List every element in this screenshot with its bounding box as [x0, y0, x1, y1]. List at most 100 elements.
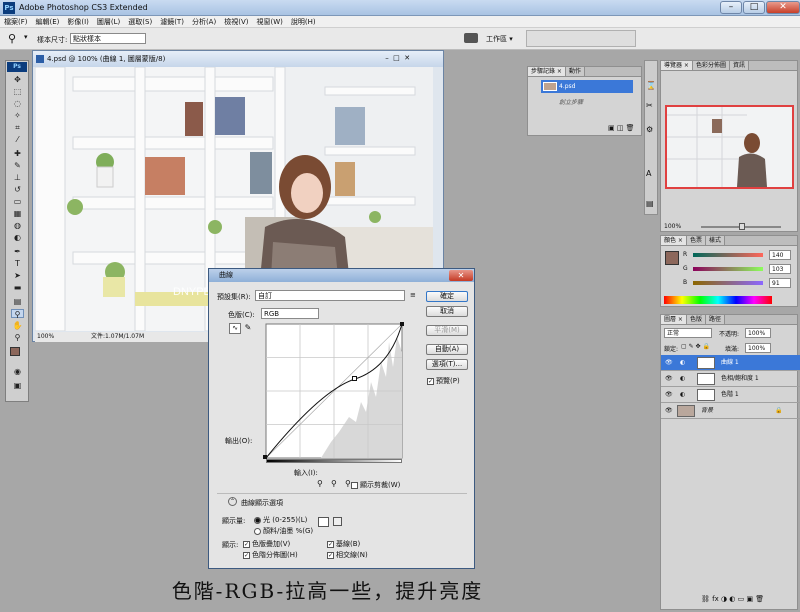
grid-4x4-icon[interactable]	[318, 517, 329, 527]
tab-paths[interactable]: 路徑	[705, 315, 725, 324]
menu-view[interactable]: 檢視(V)	[220, 16, 252, 28]
menu-window[interactable]: 視窗(W)	[252, 16, 286, 28]
channel-r-value[interactable]: 140	[769, 250, 791, 260]
healing-brush-tool-icon[interactable]: ✚	[11, 149, 24, 158]
foreground-color-swatch[interactable]	[10, 347, 20, 356]
visibility-eye-icon[interactable]: 👁	[665, 371, 673, 387]
histogram-checkbox[interactable]: ✓ 色階分佈圖(H)	[243, 550, 298, 560]
maximize-button[interactable]: □	[743, 1, 765, 14]
hand-tool-icon[interactable]: ✋	[11, 321, 24, 330]
tab-info[interactable]: 資訊	[729, 61, 749, 70]
brushes-dock-icon[interactable]: ✂	[646, 101, 653, 110]
color-spectrum-bar[interactable]	[664, 296, 772, 304]
menu-analysis[interactable]: 分析(A)	[188, 16, 220, 28]
eyedropper-tool-icon[interactable]: ⚲	[8, 32, 16, 45]
tool-presets-dock-icon[interactable]: ⚙	[646, 125, 653, 134]
tab-color[interactable]: 顏色 ×	[661, 236, 687, 245]
layer-row[interactable]: 👁 ◐ 色階 1	[661, 387, 800, 403]
light-radio[interactable]: ● 光 (0-255)(L)	[254, 515, 307, 525]
visibility-eye-icon[interactable]: 👁	[665, 403, 673, 419]
baseline-checkbox[interactable]: ✓ 基線(B)	[327, 539, 360, 549]
sample-size-select[interactable]: 點狀樣本	[70, 33, 146, 44]
zoom-tool-icon[interactable]: ⚲	[11, 333, 24, 342]
curve-control-point[interactable]	[352, 376, 357, 381]
eyedropper-tool-icon[interactable]: ⚲	[11, 309, 24, 319]
blend-mode-select[interactable]: 正常	[664, 328, 712, 338]
cancel-button[interactable]: 取消	[426, 306, 468, 317]
type-tool-icon[interactable]: T	[11, 259, 24, 268]
pencil-tool-icon[interactable]: ✎	[242, 323, 254, 334]
navigator-slider-handle[interactable]	[739, 223, 745, 230]
history-brush-tool-icon[interactable]: ↺	[11, 185, 24, 194]
show-clipping-checkbox[interactable]: 顯示剪裁(W)	[351, 480, 400, 490]
tab-layers[interactable]: 圖層 ×	[661, 315, 687, 324]
curve-point-tool-icon[interactable]: ∿	[229, 323, 241, 334]
zoom-level[interactable]: 100%	[37, 332, 54, 342]
curves-graph[interactable]	[261, 322, 407, 462]
tab-navigator[interactable]: 導覽器 ×	[661, 61, 693, 70]
ok-button[interactable]: 確定	[426, 291, 468, 302]
color-foreground-swatch[interactable]	[665, 251, 679, 265]
slice-tool-icon[interactable]: ⁄	[11, 135, 24, 144]
opacity-field[interactable]: 100%	[745, 328, 771, 338]
eraser-tool-icon[interactable]: ▭	[11, 197, 24, 206]
tab-actions[interactable]: 動作	[565, 67, 585, 76]
quick-mask-icon[interactable]: ◉	[11, 367, 24, 376]
history-item-step[interactable]: 創立步驟	[559, 97, 583, 106]
black-point-eyedropper-icon[interactable]: ⚲	[317, 479, 323, 488]
tab-swatches[interactable]: 色票	[686, 236, 706, 245]
expand-chevron-icon[interactable]: ⌃	[228, 497, 237, 506]
tab-history[interactable]: 步驟記錄 ×	[528, 67, 566, 76]
preset-select[interactable]: 自訂	[255, 290, 405, 301]
crop-tool-icon[interactable]: ⌗	[11, 123, 24, 132]
layers-footer-icons[interactable]: ⛓ fx ◑ ◐ ▭ ▣ 🗑	[701, 595, 764, 603]
menu-image[interactable]: 影像(I)	[63, 16, 93, 28]
preset-menu-icon[interactable]: ≡	[410, 291, 416, 299]
lasso-tool-icon[interactable]: ◌	[11, 99, 24, 108]
tab-histogram[interactable]: 色彩分佈圖	[692, 61, 730, 70]
fill-field[interactable]: 100%	[745, 343, 771, 353]
gray-point-eyedropper-icon[interactable]: ⚲	[331, 479, 337, 488]
navigator-zoom[interactable]: 100%	[664, 223, 681, 230]
gradient-tool-icon[interactable]: ▦	[11, 209, 24, 218]
menu-edit[interactable]: 編輯(E)	[32, 16, 64, 28]
channel-g-value[interactable]: 103	[769, 264, 791, 274]
shape-tool-icon[interactable]: ▬	[11, 283, 24, 292]
options-button[interactable]: 選項(T)...	[426, 359, 468, 370]
path-selection-tool-icon[interactable]: ➤	[11, 271, 24, 280]
menu-filter[interactable]: 濾鏡(T)	[156, 16, 188, 28]
layer-row[interactable]: 👁 ◐ 曲線 1	[661, 355, 800, 371]
history-footer-icons[interactable]: ▣ ◫ 🗑	[608, 124, 635, 132]
intersection-line-checkbox[interactable]: ✓ 相交線(N)	[327, 550, 368, 560]
preview-checkbox[interactable]: ✓ 預覽(P)	[427, 376, 460, 386]
magic-wand-tool-icon[interactable]: ✧	[11, 111, 24, 120]
channel-select[interactable]: RGB	[261, 308, 319, 319]
visibility-eye-icon[interactable]: 👁	[665, 387, 673, 403]
tab-styles[interactable]: 樣式	[705, 236, 725, 245]
menu-select[interactable]: 選取(S)	[124, 16, 156, 28]
minimize-button[interactable]: –	[720, 1, 742, 14]
layer-comps-dock-icon[interactable]: ▤	[646, 199, 654, 208]
lock-icons[interactable]: ▢ ✎ ✥ 🔒	[681, 343, 710, 350]
history-dock-icon[interactable]: ⌛	[646, 81, 656, 90]
brush-tool-icon[interactable]: ✎	[11, 161, 24, 170]
bridge-icon[interactable]	[464, 33, 478, 43]
curves-close-button[interactable]: ✕	[449, 270, 473, 281]
visibility-eye-icon[interactable]: 👁	[665, 355, 673, 371]
navigator-preview[interactable]	[665, 105, 794, 189]
close-button[interactable]: ✕	[766, 1, 800, 14]
character-dock-icon[interactable]: A	[646, 169, 651, 178]
document-window-controls[interactable]: – □ ✕	[383, 54, 441, 64]
smooth-button[interactable]: 平滑(M)	[426, 325, 468, 336]
menu-file[interactable]: 檔案(F)	[0, 16, 32, 28]
clone-stamp-tool-icon[interactable]: ⊥	[11, 173, 24, 182]
marquee-tool-icon[interactable]: ⬚	[11, 87, 24, 96]
tab-channels[interactable]: 色版	[686, 315, 706, 324]
channel-r-slider[interactable]	[693, 253, 763, 257]
auto-button[interactable]: 自動(A)	[426, 344, 468, 355]
menu-layer[interactable]: 圖層(L)	[93, 16, 124, 28]
channel-b-slider[interactable]	[693, 281, 763, 285]
menu-help[interactable]: 說明(H)	[287, 16, 320, 28]
pen-tool-icon[interactable]: ✒	[11, 247, 24, 256]
white-point[interactable]	[400, 322, 404, 326]
